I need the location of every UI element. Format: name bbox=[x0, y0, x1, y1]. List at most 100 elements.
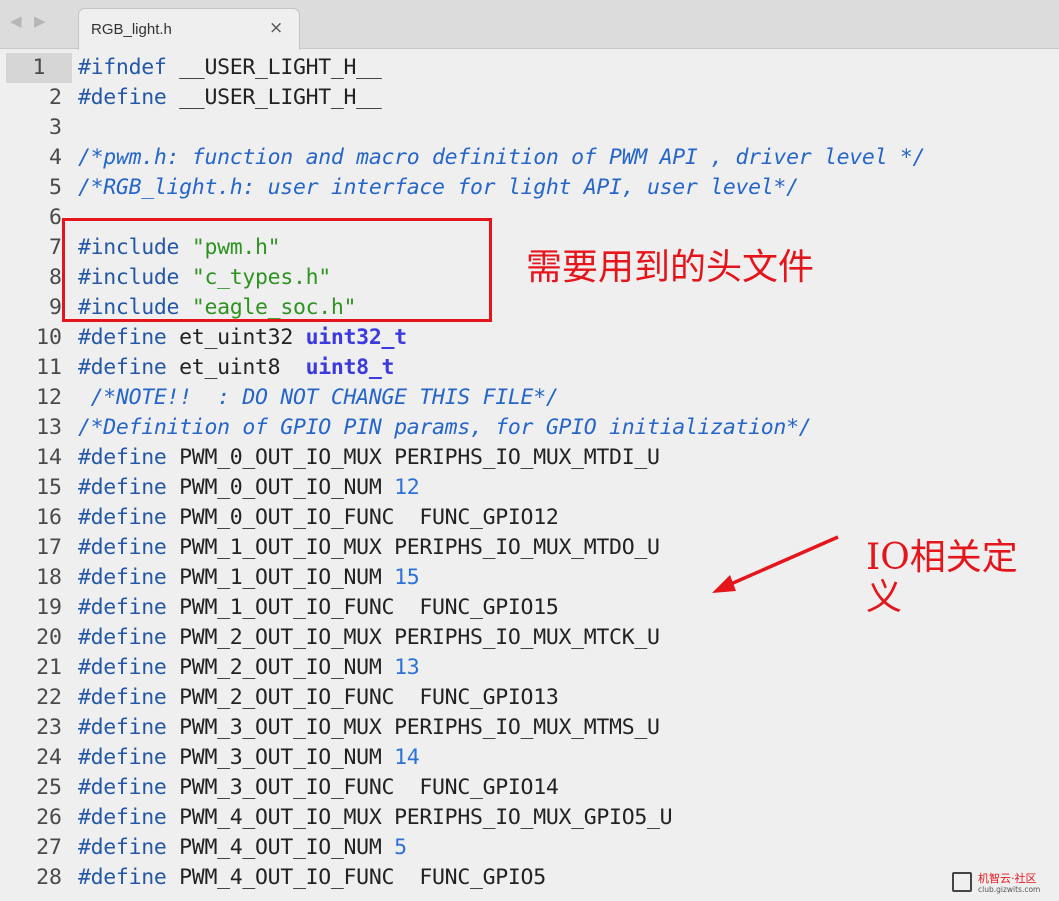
code-token: et_uint32 bbox=[166, 325, 306, 350]
code-token: __USER_LIGHT_H__ bbox=[166, 85, 382, 110]
code-line[interactable]: /*Definition of GPIO PIN params, for GPI… bbox=[78, 413, 812, 443]
code-line[interactable]: /*NOTE!! : DO NOT CHANGE THIS FILE*/ bbox=[78, 383, 559, 413]
code-line[interactable]: #define PWM_2_OUT_IO_NUM 13 bbox=[78, 653, 420, 683]
code-token: 14 bbox=[394, 745, 420, 770]
line-number: 23 bbox=[36, 715, 62, 740]
code-line[interactable]: #define PWM_1_OUT_IO_NUM 15 bbox=[78, 563, 420, 593]
code-line[interactable]: #define PWM_3_OUT_IO_FUNC FUNC_GPIO14 bbox=[78, 773, 559, 803]
code-token: PWM_0_OUT_IO_MUX PERIPHS_IO_MUX_MTDI_U bbox=[166, 445, 660, 470]
tab-back-arrow-icon[interactable]: ◀ bbox=[10, 12, 22, 30]
code-line[interactable]: #define PWM_3_OUT_IO_MUX PERIPHS_IO_MUX_… bbox=[78, 713, 660, 743]
code-line[interactable]: #ifndef __USER_LIGHT_H__ bbox=[78, 53, 382, 83]
code-line[interactable]: #define et_uint32 uint32_t bbox=[78, 323, 407, 353]
code-line[interactable]: #define PWM_4_OUT_IO_FUNC FUNC_GPIO5 bbox=[78, 863, 546, 893]
code-token: PWM_4_OUT_IO_MUX PERIPHS_IO_MUX_GPIO5_U bbox=[166, 805, 673, 830]
code-token: PWM_1_OUT_IO_MUX PERIPHS_IO_MUX_MTDO_U bbox=[166, 535, 660, 560]
code-token: /*NOTE!! : DO NOT CHANGE THIS FILE*/ bbox=[90, 385, 559, 410]
code-token: PWM_4_OUT_IO_FUNC FUNC_GPIO5 bbox=[166, 865, 546, 890]
tab-forward-arrow-icon[interactable]: ▶ bbox=[34, 12, 46, 30]
code-token: #define bbox=[78, 745, 167, 770]
code-token: #define bbox=[78, 865, 167, 890]
header-files-annotation: 需要用到的头文件 bbox=[526, 247, 815, 288]
code-token: #define bbox=[78, 595, 167, 620]
code-token: 15 bbox=[394, 565, 420, 590]
code-token: 5 bbox=[394, 835, 407, 860]
code-token: PWM_2_OUT_IO_MUX PERIPHS_IO_MUX_MTCK_U bbox=[166, 625, 660, 650]
line-number: 3 bbox=[49, 115, 62, 140]
code-token: #define bbox=[78, 715, 167, 740]
code-token: PWM_3_OUT_IO_MUX PERIPHS_IO_MUX_MTMS_U bbox=[166, 715, 660, 740]
code-line[interactable]: /*pwm.h: function and macro definition o… bbox=[78, 143, 925, 173]
code-token: #define bbox=[78, 505, 167, 530]
code-token: #define bbox=[78, 475, 167, 500]
watermark-url: club.gizwits.com bbox=[978, 885, 1041, 894]
code-token: uint32_t bbox=[305, 325, 407, 350]
code-line[interactable]: #define PWM_1_OUT_IO_MUX PERIPHS_IO_MUX_… bbox=[78, 533, 660, 563]
line-number: 7 bbox=[49, 235, 62, 260]
watermark-name: 机智云·社区 bbox=[978, 872, 1037, 885]
code-token: PWM_0_OUT_IO_NUM bbox=[166, 475, 395, 500]
code-token: PWM_2_OUT_IO_NUM bbox=[166, 655, 395, 680]
line-number: 15 bbox=[36, 475, 62, 500]
code-line[interactable]: /*RGB_light.h: user interface for light … bbox=[78, 173, 799, 203]
code-token: PWM_3_OUT_IO_NUM bbox=[166, 745, 395, 770]
code-line[interactable]: #define PWM_2_OUT_IO_FUNC FUNC_GPIO13 bbox=[78, 683, 559, 713]
line-number: 25 bbox=[36, 775, 62, 800]
code-token: #define bbox=[78, 655, 167, 680]
code-line[interactable]: #define PWM_2_OUT_IO_MUX PERIPHS_IO_MUX_… bbox=[78, 623, 660, 653]
file-tab[interactable]: RGB_light.h × bbox=[78, 8, 300, 50]
code-line[interactable]: #define et_uint8 uint8_t bbox=[78, 353, 394, 383]
line-number: 18 bbox=[36, 565, 62, 590]
code-token: #define bbox=[78, 445, 167, 470]
code-token: PWM_2_OUT_IO_FUNC FUNC_GPIO13 bbox=[166, 685, 559, 710]
code-token: #define bbox=[78, 355, 167, 380]
code-token: /*pwm.h: function and macro definition o… bbox=[78, 145, 926, 170]
code-line[interactable]: #define PWM_4_OUT_IO_NUM 5 bbox=[78, 833, 407, 863]
code-line[interactable]: #define PWM_0_OUT_IO_NUM 12 bbox=[78, 473, 420, 503]
code-token: PWM_0_OUT_IO_FUNC FUNC_GPIO12 bbox=[166, 505, 559, 530]
code-token: PWM_4_OUT_IO_NUM bbox=[166, 835, 395, 860]
line-number: 8 bbox=[49, 265, 62, 290]
annotation-arrow bbox=[712, 535, 839, 593]
code-token: PWM_3_OUT_IO_FUNC FUNC_GPIO14 bbox=[166, 775, 559, 800]
line-number: 2 bbox=[49, 85, 62, 110]
code-line[interactable]: #define PWM_1_OUT_IO_FUNC FUNC_GPIO15 bbox=[78, 593, 559, 623]
code-editor[interactable]: 1 #ifndef __USER_LIGHT_H__ 2 #define __USER… bbox=[0, 53, 1059, 901]
line-number: 13 bbox=[36, 415, 62, 440]
code-token: 13 bbox=[394, 655, 420, 680]
line-number: 12 bbox=[36, 385, 62, 410]
line-number: 21 bbox=[36, 655, 62, 680]
line-number: 10 bbox=[36, 325, 62, 350]
line-number: 9 bbox=[49, 295, 62, 320]
tab-bar: ◀ ▶ RGB_light.h × bbox=[0, 0, 1059, 50]
include-highlight-box bbox=[62, 218, 492, 322]
gizwits-logo-icon bbox=[952, 872, 972, 892]
code-line[interactable]: #define PWM_0_OUT_IO_MUX PERIPHS_IO_MUX_… bbox=[78, 443, 660, 473]
line-number: 17 bbox=[36, 535, 62, 560]
line-number: 22 bbox=[36, 685, 62, 710]
code-token: #define bbox=[78, 325, 167, 350]
code-token: /*Definition of GPIO PIN params, for GPI… bbox=[78, 415, 812, 440]
code-token: #define bbox=[78, 565, 167, 590]
code-token: uint8_t bbox=[305, 355, 395, 380]
line-number: 14 bbox=[36, 445, 62, 470]
line-number: 6 bbox=[49, 205, 62, 230]
code-line[interactable]: #define __USER_LIGHT_H__ bbox=[78, 83, 382, 113]
code-token: #define bbox=[78, 775, 167, 800]
code-line[interactable]: #define PWM_4_OUT_IO_MUX PERIPHS_IO_MUX_… bbox=[78, 803, 673, 833]
line-number: 24 bbox=[36, 745, 62, 770]
line-number: 27 bbox=[36, 835, 62, 860]
file-tab-title: RGB_light.h bbox=[91, 21, 172, 38]
code-token: et_uint8 bbox=[166, 355, 306, 380]
line-number: 28 bbox=[36, 865, 62, 890]
line-number: 16 bbox=[36, 505, 62, 530]
code-token: /*RGB_light.h: user interface for light … bbox=[78, 175, 799, 200]
code-token: PWM_1_OUT_IO_FUNC FUNC_GPIO15 bbox=[166, 595, 559, 620]
code-line[interactable]: #define PWM_0_OUT_IO_FUNC FUNC_GPIO12 bbox=[78, 503, 559, 533]
code-token: #define bbox=[78, 85, 167, 110]
watermark-logo: 机智云·社区 club.gizwits.com bbox=[950, 870, 1056, 898]
close-icon[interactable]: × bbox=[269, 18, 283, 38]
code-token: #define bbox=[78, 685, 167, 710]
code-line[interactable]: #define PWM_3_OUT_IO_NUM 14 bbox=[78, 743, 420, 773]
line-number: 1 bbox=[6, 53, 72, 83]
